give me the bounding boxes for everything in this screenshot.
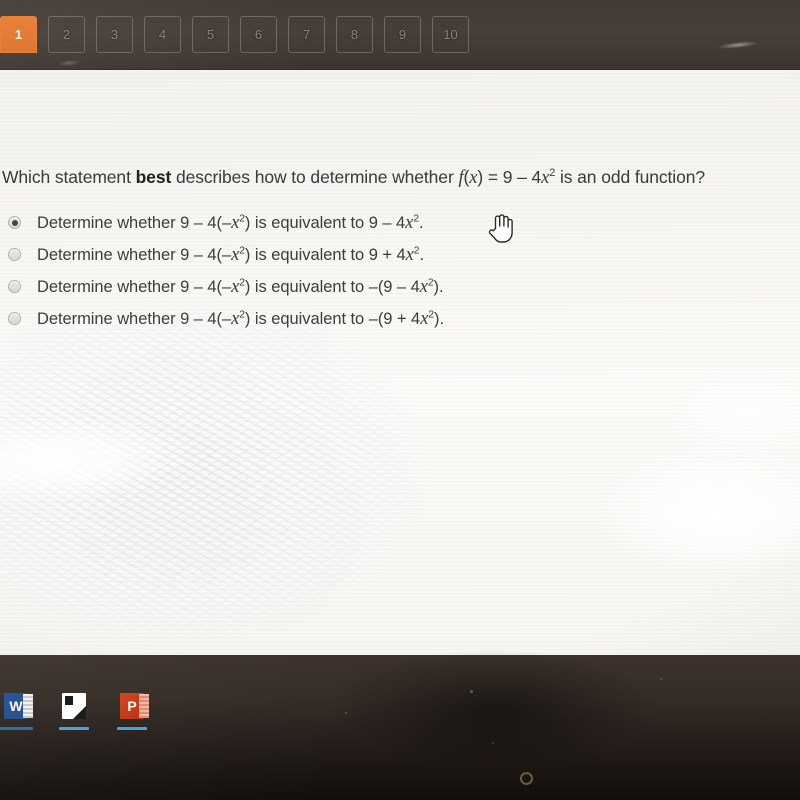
question-tab-8[interactable]: 8 <box>336 15 373 53</box>
question-tab-4[interactable]: 4 <box>144 15 181 53</box>
taskbar-item-powerpoint[interactable]: P <box>117 693 149 730</box>
answer-option-d[interactable]: Determine whether 9 – 4(–x2) is equivale… <box>8 306 608 338</box>
opt-c-var2: x <box>419 277 428 297</box>
taskbar-item-sticky-notes[interactable] <box>59 693 89 730</box>
word-icon: W <box>4 693 33 719</box>
opt-c-tail: ). <box>433 278 444 296</box>
question-tab-10[interactable]: 10 <box>432 15 469 53</box>
opt-d-tail: ). <box>434 310 444 328</box>
answer-option-c[interactable]: Determine whether 9 – 4(–x2) is equivale… <box>8 274 608 306</box>
radio-button-d[interactable] <box>8 312 21 325</box>
answer-option-a-label: Determine whether 9 – 4(–x2) is equivale… <box>37 210 424 236</box>
answer-options-list: Determine whether 9 – 4(–x2) is equivale… <box>8 210 608 338</box>
radio-button-b[interactable] <box>8 248 21 261</box>
opt-b-var2: x <box>405 245 414 265</box>
sticky-notes-icon <box>62 693 86 719</box>
quiz-content-page: Which statement best describes how to de… <box>0 70 800 658</box>
question-tab-1[interactable]: 1 <box>0 15 37 53</box>
question-tab-6[interactable]: 6 <box>240 15 277 53</box>
opt-b-tail: . <box>419 246 424 264</box>
power-indicator-light <box>520 772 533 785</box>
question-tab-9[interactable]: 9 <box>384 15 421 53</box>
opt-b-mid: ) is equivalent to 9 + 4 <box>244 246 406 264</box>
answer-option-b-label: Determine whether 9 – 4(–x2) is equivale… <box>37 242 424 268</box>
opt-d-lead: Determine whether 9 – 4(– <box>37 310 232 328</box>
opt-a-mid: ) is equivalent to 9 – 4 <box>244 214 406 232</box>
opt-b-lead: Determine whether 9 – 4(– <box>37 246 232 264</box>
scanline-artifact <box>0 70 800 658</box>
question-text-middle: describes how to determine whether <box>171 167 459 187</box>
running-indicator <box>59 727 89 730</box>
question-tab-7[interactable]: 7 <box>288 15 325 53</box>
running-indicator <box>117 727 147 730</box>
question-prompt: Which statement best describes how to de… <box>2 167 705 188</box>
question-text-suffix: is an odd function? <box>555 167 705 187</box>
photo-of-laptop-screen: 1 2 3 4 5 6 7 8 9 10 Which statement bes… <box>0 0 800 800</box>
question-emphasis-word: best <box>135 167 172 187</box>
taskbar[interactable]: W P <box>0 693 149 730</box>
answer-option-d-label: Determine whether 9 – 4(–x2) is equivale… <box>37 306 444 332</box>
opt-c-lead: Determine whether 9 – 4(– <box>37 278 232 296</box>
opt-a-lead: Determine whether 9 – 4(– <box>37 214 232 232</box>
vignette-artifact <box>0 70 800 658</box>
opt-c-mid: ) is equivalent to –(9 – 4 <box>244 278 420 296</box>
radio-button-a[interactable] <box>8 216 21 229</box>
taskbar-item-word[interactable]: W <box>0 693 33 730</box>
powerpoint-icon: P <box>120 693 149 719</box>
expression-lead: ) = 9 – 4 <box>477 167 542 187</box>
question-tab-3[interactable]: 3 <box>96 15 133 53</box>
question-tab-2[interactable]: 2 <box>48 15 85 53</box>
question-text-prefix: Which statement <box>2 167 136 187</box>
opt-a-tail: . <box>418 214 424 232</box>
answer-option-c-label: Determine whether 9 – 4(–x2) is equivale… <box>37 274 444 300</box>
answer-option-b[interactable]: Determine whether 9 – 4(–x2) is equivale… <box>8 242 608 274</box>
screen-glare-left <box>0 411 189 511</box>
opt-d-mid: ) is equivalent to –(9 + 4 <box>244 310 421 328</box>
screen-glare-upper-right <box>664 370 800 456</box>
radio-button-c[interactable] <box>8 280 21 293</box>
screen-glare-lower-right <box>596 446 800 576</box>
running-indicator <box>0 727 33 730</box>
answer-option-a[interactable]: Determine whether 9 – 4(–x2) is equivale… <box>8 210 608 242</box>
function-name: f <box>458 168 464 188</box>
question-tab-5[interactable]: 5 <box>192 15 229 53</box>
question-number-tabs[interactable]: 1 2 3 4 5 6 7 8 9 10 <box>0 14 469 54</box>
